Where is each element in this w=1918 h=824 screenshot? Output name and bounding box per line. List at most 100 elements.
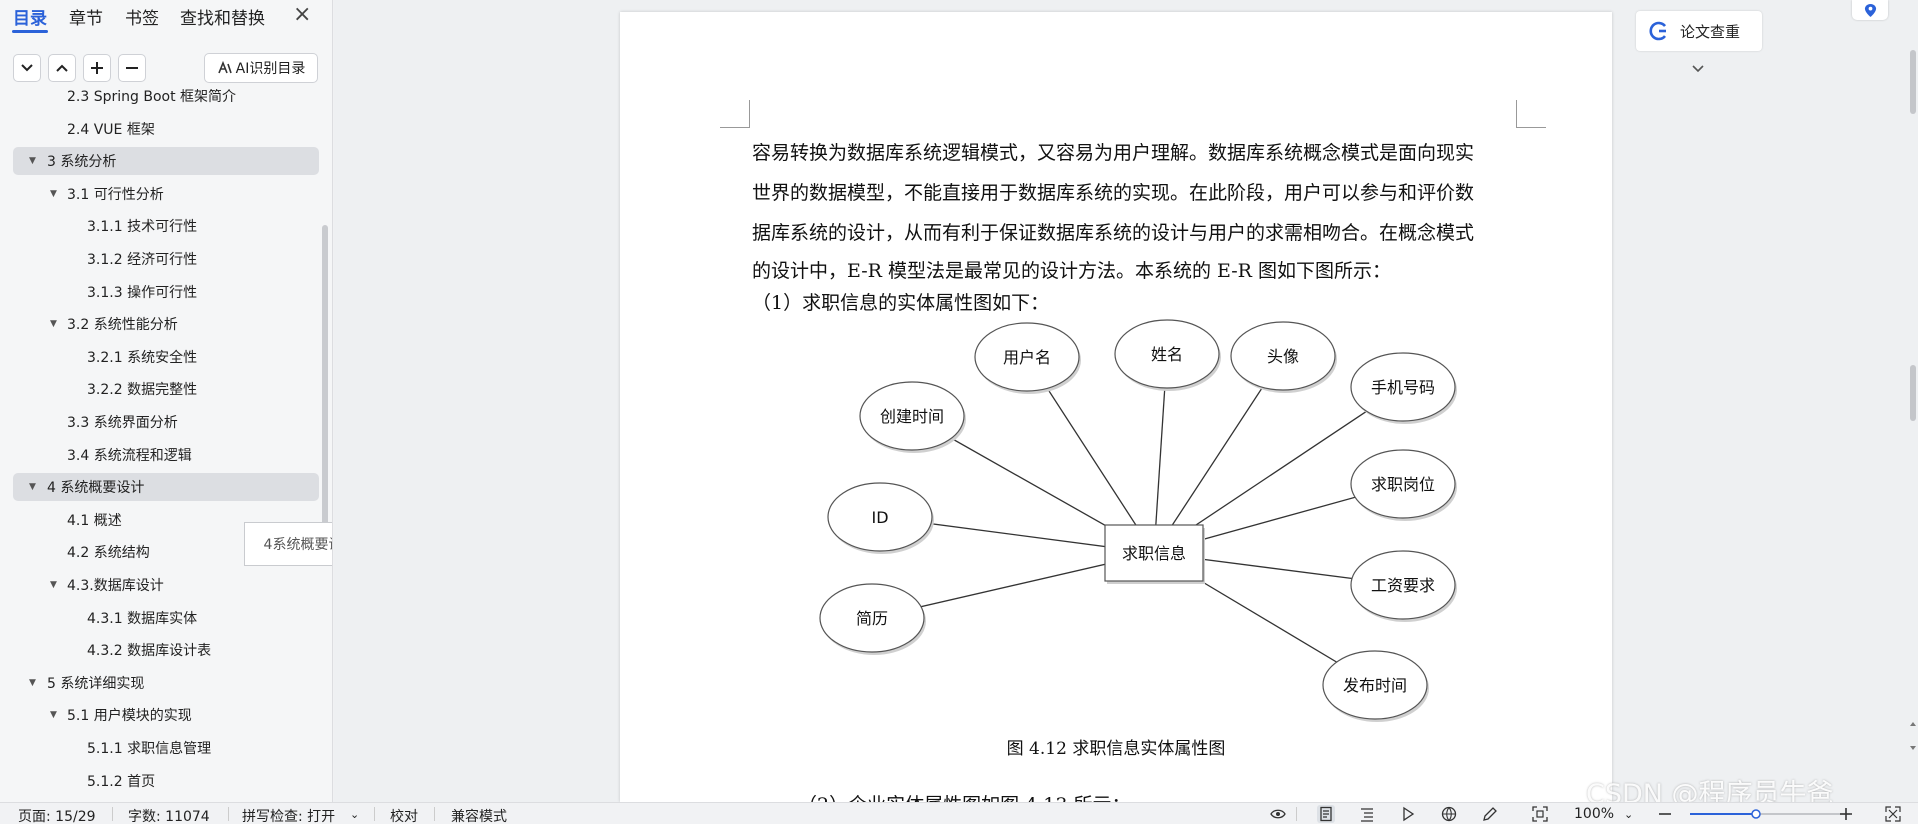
document-area: 容易转换为数据库系统逻辑模式，又容易为用户理解。数据库系统概念模式是面向现实 世… (334, 0, 1918, 816)
outline-view-icon[interactable] (1358, 805, 1376, 823)
pen-icon[interactable] (1481, 805, 1499, 823)
zoom-in-icon[interactable] (1837, 805, 1855, 823)
toc-item[interactable]: 3.1.3 操作可行性 (13, 278, 319, 306)
toc-item[interactable]: ▼ 3.2 系统性能分析 (13, 310, 319, 338)
toc-item-label: 3.1.2 经济可行性 (87, 252, 198, 268)
attribute-label: 求职岗位 (1371, 475, 1435, 494)
add-heading-button[interactable] (83, 54, 111, 82)
attribute-label: 姓名 (1151, 345, 1183, 364)
location-button[interactable] (1852, 0, 1888, 20)
toc-item-label: 3 系统分析 (47, 154, 117, 171)
tab-chapters[interactable]: 章节 (69, 4, 103, 29)
toc-item-label: 3.4 系统流程和逻辑 (67, 447, 192, 464)
check-logo-icon (1649, 21, 1667, 41)
tab-toc[interactable]: 目录 (13, 4, 47, 29)
chevron-down-icon[interactable] (1691, 64, 1705, 74)
zoom-slider[interactable] (1690, 807, 1850, 821)
expand-arrow-icon[interactable]: ▼ (29, 156, 36, 166)
expand-arrow-icon[interactable]: ▼ (50, 580, 57, 590)
toc-item[interactable]: 5.1.1 求职信息管理 (13, 734, 319, 762)
zoom-level[interactable]: 100% (1574, 806, 1614, 822)
toc-item[interactable]: ▼ 3.1 可行性分析 (13, 180, 319, 208)
expand-arrow-icon[interactable]: ▼ (29, 678, 36, 688)
toc-item[interactable]: 3.4 系统流程和逻辑 (13, 441, 319, 469)
spell-dropdown-icon[interactable]: ⌄ (350, 808, 359, 821)
toc-item-label: 5.1.1 求职信息管理 (87, 741, 212, 757)
scroll-thumb-top[interactable] (1910, 50, 1916, 114)
web-view-icon[interactable] (1440, 805, 1458, 823)
toc-item[interactable]: ▼ 3 系统分析 (13, 147, 319, 176)
toc-item[interactable]: 3.2.2 数据完整性 (13, 375, 319, 403)
spell-check[interactable]: 拼写检查: 打开 (242, 806, 335, 824)
heading-tooltip: 4系统概要设计 (244, 522, 332, 566)
scroll-thumb-main[interactable] (1910, 365, 1916, 421)
scroll-down-arrow-icon[interactable] (1910, 746, 1916, 750)
page-view-icon[interactable] (1317, 805, 1335, 823)
toc-item-label: 3.2.1 系统安全性 (87, 349, 198, 366)
attribute-label: ID (871, 508, 888, 527)
play-icon[interactable] (1399, 805, 1417, 823)
toc-item[interactable]: ▼ 5 系统详细实现 (13, 669, 319, 697)
toc-item-label: 3.2 系统性能分析 (67, 317, 178, 334)
zoom-dropdown-icon[interactable]: ⌄ (1624, 808, 1633, 821)
toc-item-label: 4.3.1 数据库实体 (87, 610, 198, 627)
word-count[interactable]: 字数: 11074 (128, 806, 210, 824)
toc-item[interactable]: 2.4 VUE 框架 (13, 115, 319, 143)
toc-item-label: 4.2 系统结构 (67, 545, 150, 562)
ai-icon (217, 60, 232, 74)
zoom-slider-thumb[interactable] (1751, 809, 1761, 819)
attribute-label: 头像 (1267, 347, 1299, 366)
toc-item-label: 4.1 概述 (67, 512, 122, 529)
eye-icon[interactable] (1269, 805, 1287, 823)
toc-item-label: 3.1.1 技术可行性 (87, 219, 198, 236)
toc-item[interactable]: 4.3.1 数据库实体 (13, 604, 319, 632)
zoom-out-icon[interactable] (1656, 805, 1674, 823)
toc-item[interactable]: 3.2.1 系统安全性 (13, 343, 319, 371)
er-diagram: 用户名 姓名 头像手机号码创建时间求职岗位 ID 工资要求简历发布时间 求职信息 (819, 319, 1457, 722)
document-page[interactable]: 容易转换为数据库系统逻辑模式，又容易为用户理解。数据库系统概念模式是面向现实 世… (620, 12, 1612, 816)
attribute-label: 用户名 (1003, 348, 1051, 367)
expand-arrow-icon[interactable]: ▼ (29, 482, 36, 492)
toc-scrollbar[interactable] (322, 225, 328, 525)
toc-item-label: 3.1 可行性分析 (67, 186, 164, 203)
attribute-label: 手机号码 (1371, 378, 1435, 397)
compatibility-mode: 兼容模式 (451, 809, 507, 824)
toc-item[interactable]: 3.3 系统界面分析 (13, 408, 319, 436)
entity-label: 求职信息 (1122, 544, 1186, 563)
toc-item[interactable]: ▼ 5.1 用户模块的实现 (13, 701, 319, 729)
toc-item-label: 4.3.2 数据库设计表 (87, 643, 212, 660)
toc-item[interactable]: 3.1.2 经济可行性 (13, 245, 319, 273)
ai-button-label: AI识别目录 (235, 61, 306, 77)
toc-item[interactable]: 5.1.2 首页 (13, 767, 319, 795)
toc-item[interactable]: 3.1.1 技术可行性 (13, 212, 319, 240)
expand-arrow-icon[interactable]: ▼ (50, 710, 57, 720)
active-tab-indicator (12, 30, 48, 33)
toc-item[interactable]: ▼ 4.3.数据库设计 (13, 571, 319, 599)
close-icon[interactable]: × (293, 2, 311, 27)
chevron-up-icon (56, 64, 68, 72)
figure-caption: 图 4.12 求职信息实体属性图 (1006, 739, 1226, 759)
remove-heading-button[interactable] (118, 54, 146, 82)
status-bar: 页面: 15/29 字数: 11074 拼写检查: 打开 ⌄ 校对 兼容模式 1… (0, 802, 1918, 824)
vertical-scrollbar[interactable] (1908, 0, 1918, 802)
ai-recognize-toc-button[interactable]: AI识别目录 (204, 53, 318, 83)
toc-item[interactable]: ▼ 4 系统概要设计 (13, 473, 319, 502)
fullscreen-icon[interactable] (1884, 805, 1902, 823)
toc-list: 2.3 Spring Boot 框架简介 2.4 VUE 框架 ▼ 3 系统分析 ▼ 3.… (0, 89, 332, 802)
expand-down-button[interactable] (13, 54, 41, 82)
page-count[interactable]: 页面: 15/29 (18, 806, 96, 824)
toc-item[interactable]: 4.3.2 数据库设计表 (13, 636, 319, 664)
paper-check-button[interactable]: 论文查重 (1636, 11, 1762, 51)
expand-arrow-icon[interactable]: ▼ (50, 189, 57, 199)
tab-find-replace[interactable]: 查找和替换 (180, 4, 265, 29)
collapse-up-button[interactable] (48, 54, 76, 82)
tab-bookmarks[interactable]: 书签 (125, 4, 159, 29)
expand-arrow-icon[interactable]: ▼ (50, 319, 57, 329)
proofread[interactable]: 校对 (390, 806, 418, 824)
scroll-up-arrow-icon[interactable] (1910, 722, 1916, 726)
attribute-label: 工资要求 (1371, 576, 1435, 595)
fit-page-icon[interactable] (1531, 805, 1549, 823)
attribute-label: 简历 (856, 609, 888, 628)
toc-item[interactable]: 2.3 Spring Boot 框架简介 (13, 89, 319, 110)
toc-item-label: 2.4 VUE 框架 (67, 121, 155, 138)
